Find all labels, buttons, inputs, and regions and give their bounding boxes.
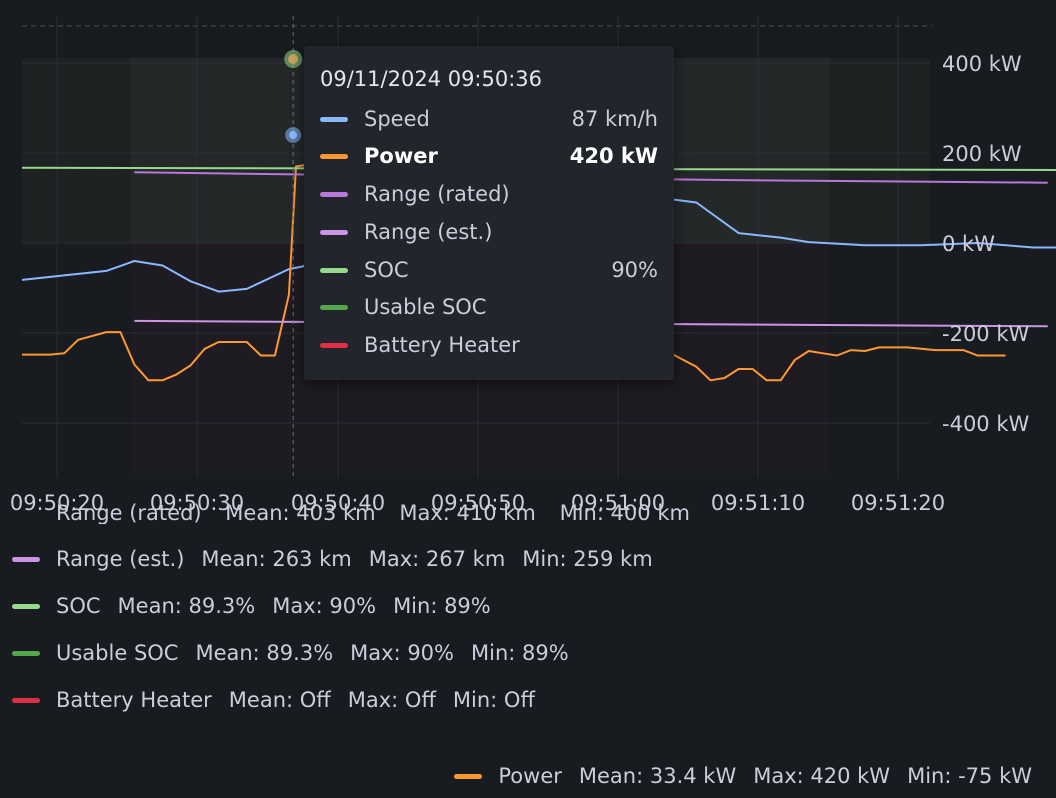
- legend-min: Min: 89%: [471, 641, 569, 665]
- tooltip-series-name: Usable SOC: [364, 295, 487, 319]
- tooltip-series-value: 90%: [611, 258, 658, 282]
- tooltip-row-soc: SOC 90%: [320, 257, 658, 283]
- tooltip-series-name: Range (rated): [364, 182, 510, 206]
- speed-swatch-icon: [320, 116, 348, 122]
- range-rated-swatch-icon: [320, 191, 348, 197]
- y-tick-label: 0 kW: [942, 232, 995, 256]
- tooltip-series-name: Power: [364, 144, 438, 168]
- legend-name: Usable SOC: [56, 641, 179, 665]
- soc-swatch-icon: [320, 267, 348, 273]
- tooltip-row-speed: Speed 87 km/h: [320, 106, 658, 132]
- speed-hover-point-core: [289, 131, 298, 139]
- power-swatch-icon: [320, 153, 348, 159]
- y-tick-label: -400 kW: [942, 412, 1029, 436]
- range-est-swatch-icon: [320, 229, 348, 235]
- tooltip-timestamp: 09/11/2024 09:50:36: [320, 67, 543, 91]
- legend-item-power[interactable]: Power Mean: 33.4 kW Max: 420 kW Min: -75…: [454, 764, 1032, 788]
- y-tick-label: 200 kW: [942, 142, 1022, 166]
- tooltip-series-name: Range (est.): [364, 220, 493, 244]
- tooltip-row-power: Power 420 kW: [320, 143, 658, 169]
- legend-mean: Mean: 263 km: [201, 547, 352, 571]
- tooltip-row-usable-soc: Usable SOC: [320, 294, 658, 320]
- legend-mean: Mean: Off: [228, 688, 331, 712]
- tooltip-row-range-rated: Range (rated): [320, 181, 658, 207]
- legend-item-soc[interactable]: SOC Mean: 89.3% Max: 90% Min: 89%: [12, 594, 491, 618]
- power-hover-point: [288, 54, 299, 64]
- tooltip-series-value: 87 km/h: [571, 107, 658, 131]
- legend-name: SOC: [56, 594, 101, 618]
- legend-max: Max: 410 km: [399, 501, 536, 524]
- legend-max: Max: 267 km: [368, 547, 506, 571]
- legend-max: Max: 420 kW: [753, 764, 891, 788]
- y-tick-label: 400 kW: [942, 52, 1022, 76]
- tooltip-series-value: 420 kW: [569, 144, 658, 168]
- legend-max: Max: 90%: [272, 594, 377, 618]
- soc-swatch-icon: [12, 603, 40, 609]
- usable-soc-swatch-icon: [320, 304, 348, 310]
- legend-mean: Mean: 89.3%: [195, 641, 334, 665]
- usable-soc-swatch-icon: [12, 650, 40, 656]
- tooltip-row-range-est: Range (est.): [320, 219, 658, 245]
- legend-name: Power: [498, 764, 562, 788]
- legend-item-usable-soc[interactable]: Usable SOC Mean: 89.3% Max: 90% Min: 89%: [12, 641, 569, 665]
- legend-max: Max: Off: [347, 688, 436, 712]
- legend-max: Max: 90%: [350, 641, 454, 665]
- legend-mean: Mean: 89.3%: [117, 594, 256, 618]
- tooltip-row-battery-heater: Battery Heater: [320, 332, 658, 358]
- legend-name: Range (rated): [56, 501, 202, 524]
- range-est-swatch-icon: [12, 556, 40, 562]
- x-tick-label: 09:51:20: [851, 491, 945, 515]
- legend-item-battery-heater[interactable]: Battery Heater Mean: Off Max: Off Min: O…: [12, 688, 535, 712]
- tooltip-series-name: SOC: [364, 258, 409, 282]
- battery-heater-swatch-icon: [12, 697, 40, 703]
- tooltip-series-name: Battery Heater: [364, 333, 520, 357]
- legend-min: Min: 400 km: [559, 501, 690, 524]
- legend-min: Min: 89%: [393, 594, 491, 618]
- battery-heater-swatch-icon: [320, 342, 348, 348]
- legend-min: Min: Off: [452, 688, 535, 712]
- y-tick-label: -200 kW: [942, 322, 1029, 346]
- legend-min: Min: 259 km: [522, 547, 653, 571]
- legend-name: Battery Heater: [56, 688, 212, 712]
- legend-min: Min: -75 kW: [907, 764, 1032, 788]
- legend-name: Range (est.): [56, 547, 185, 571]
- legend-mean: Mean: 33.4 kW: [578, 764, 737, 788]
- legend-mean: Mean: 403 km: [225, 501, 376, 524]
- legend-row-range-rated-clipped: Range (rated) Mean: 403 km Max: 410 km M…: [12, 498, 772, 524]
- legend-item-range-est[interactable]: Range (est.) Mean: 263 km Max: 267 km Mi…: [12, 547, 653, 571]
- hover-tooltip: 09/11/2024 09:50:36 Speed 87 km/h Power …: [304, 46, 674, 380]
- tooltip-series-name: Speed: [364, 107, 430, 131]
- power-swatch-icon: [454, 773, 483, 779]
